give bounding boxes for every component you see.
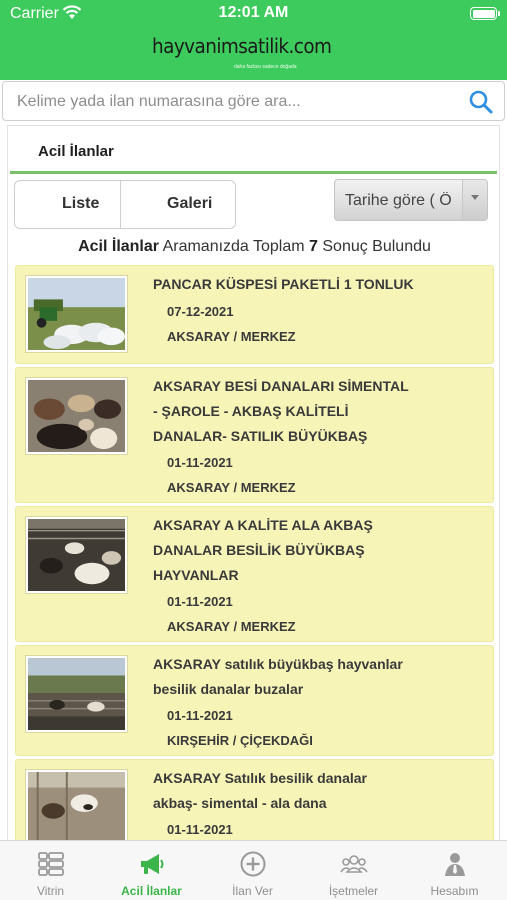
list-view-button[interactable]: Liste <box>62 195 99 213</box>
tab-hesabim[interactable]: Hesabım <box>404 841 505 900</box>
listing-date: 01-11-2021 <box>167 455 233 470</box>
summary-suffix: Sonuç Bulundu <box>317 238 431 255</box>
hay-bales-tractor-photo <box>25 275 128 353</box>
people-icon <box>340 850 368 878</box>
listing-date: 01-11-2021 <box>167 708 233 723</box>
listing-card[interactable]: AKSARAY satılık büyükbaş hayvanlar besil… <box>15 645 494 756</box>
status-time: 12:01 AM <box>218 4 289 21</box>
search-input[interactable]: Kelime yada ilan numarasına göre ara... <box>2 81 505 121</box>
listing-title: AKSARAY Satılık besilik danalar akbaş- s… <box>153 766 443 816</box>
toggle-divider <box>120 181 121 228</box>
listing-card[interactable]: PANCAR KÜSPESİ PAKETLİ 1 TONLUK 07-12-20… <box>15 265 494 364</box>
summary-count: 7 <box>309 238 318 255</box>
app-header: Carrier 12:01 AM hayvanimsatilik.com dah… <box>0 0 507 80</box>
listing-title-line: AKSARAY satılık büyükbaş hayvanlar <box>153 656 403 672</box>
listing-title-line: AKSARAY A KALİTE ALA AKBAŞ <box>153 517 373 533</box>
search-icon[interactable] <box>468 89 494 120</box>
tab-vitrin[interactable]: Vitrin <box>0 841 101 900</box>
tab-ilan-ver[interactable]: İlan Ver <box>202 841 303 900</box>
listing-card[interactable]: AKSARAY A KALİTE ALA AKBAŞ DANALAR BESİL… <box>15 506 494 642</box>
listing-location: AKSARAY / MERKEZ <box>167 619 296 634</box>
listing-title: PANCAR KÜSPESİ PAKETLİ 1 TONLUK <box>153 272 443 297</box>
site-logo: hayvanimsatilik.com daha fazlası sadece … <box>152 34 332 74</box>
listing-title-line: besilik danalar buzalar <box>153 681 304 697</box>
barn-yard-photo <box>25 655 128 733</box>
cattle-herd-photo <box>25 377 128 455</box>
listing-location: AKSARAY / MERKEZ <box>167 329 296 344</box>
megaphone-icon <box>138 850 166 878</box>
sort-select[interactable]: Tarihe göre ( Ö <box>334 179 488 221</box>
summary-middle: Aramanızda Toplam <box>159 238 310 255</box>
listing-title-line: PANCAR KÜSPESİ PAKETLİ 1 TONLUK <box>153 276 414 292</box>
tab-label: Acil İlanlar <box>121 884 182 898</box>
listing-title-line: AKSARAY BESİ DANALARI SİMENTAL <box>153 378 409 394</box>
grid-icon <box>37 850 65 878</box>
result-summary: Acil İlanlar Aramanızda Toplam 7 Sonuç B… <box>8 238 501 256</box>
listing-title-line: akbaş- simental - ala dana <box>153 795 327 811</box>
logo-text: hayvanimsatilik.com <box>152 34 332 58</box>
listing-title-line: DANALAR BESİLİK BÜYÜKBAŞ <box>153 542 365 558</box>
battery-icon <box>470 7 500 20</box>
listing-location: KIRŞEHİR / ÇİÇEKDAĞI <box>167 733 313 748</box>
tab-label: İşetmeler <box>328 884 379 898</box>
summary-category: Acil İlanlar <box>78 238 159 255</box>
tab-label: İlan Ver <box>232 884 273 898</box>
tab-acil-ilanlar[interactable]: Acil İlanlar <box>101 841 202 900</box>
sort-selected-value: Tarihe göre ( Ö <box>345 192 452 209</box>
tab-label: Vitrin <box>36 884 65 898</box>
view-toggle: Liste Galeri <box>14 180 236 229</box>
listing-card[interactable]: AKSARAY BESİ DANALARI SİMENTAL - ŞAROLE … <box>15 367 494 503</box>
section-title: Acil İlanlar <box>38 143 114 160</box>
listing-title-line: AKSARAY Satılık besilik danalar <box>153 770 367 786</box>
tab-label: Hesabım <box>430 884 479 898</box>
listing-title: AKSARAY satılık büyükbaş hayvanlar besil… <box>153 652 443 702</box>
gallery-view-button[interactable]: Galeri <box>167 195 212 213</box>
status-bar: Carrier 12:01 AM <box>0 0 507 28</box>
chevron-down-icon <box>462 180 487 220</box>
section-divider <box>10 171 497 174</box>
tab-bar: Vitrin Acil İlanlar İlan Ver İşetmeler H… <box>0 840 507 900</box>
calves-photo <box>25 769 128 847</box>
listing-title: AKSARAY A KALİTE ALA AKBAŞ DANALAR BESİL… <box>153 513 443 588</box>
plus-circle-icon <box>239 850 267 878</box>
listing-date: 01-11-2021 <box>167 822 233 837</box>
listing-title-line: DANALAR- SATILIK BÜYÜKBAŞ <box>153 428 368 444</box>
tab-isletmeler[interactable]: İşetmeler <box>303 841 404 900</box>
listing-date: 01-11-2021 <box>167 594 233 609</box>
listing-title-line: HAYVANLAR <box>153 567 239 583</box>
listing-title: AKSARAY BESİ DANALARI SİMENTAL - ŞAROLE … <box>153 374 443 449</box>
search-placeholder: Kelime yada ilan numarasına göre ara... <box>17 93 301 110</box>
listing-title-line: - ŞAROLE - AKBAŞ KALİTELİ <box>153 403 349 419</box>
cattle-pen-photo <box>25 516 128 594</box>
logo-tagline: daha fazlası sadece doğada <box>234 64 297 70</box>
listing-location: AKSARAY / MERKEZ <box>167 480 296 495</box>
listing-panel: Acil İlanlar Liste Galeri Tarihe göre ( … <box>7 125 501 869</box>
user-icon <box>441 850 469 878</box>
listing-date: 07-12-2021 <box>167 304 234 319</box>
